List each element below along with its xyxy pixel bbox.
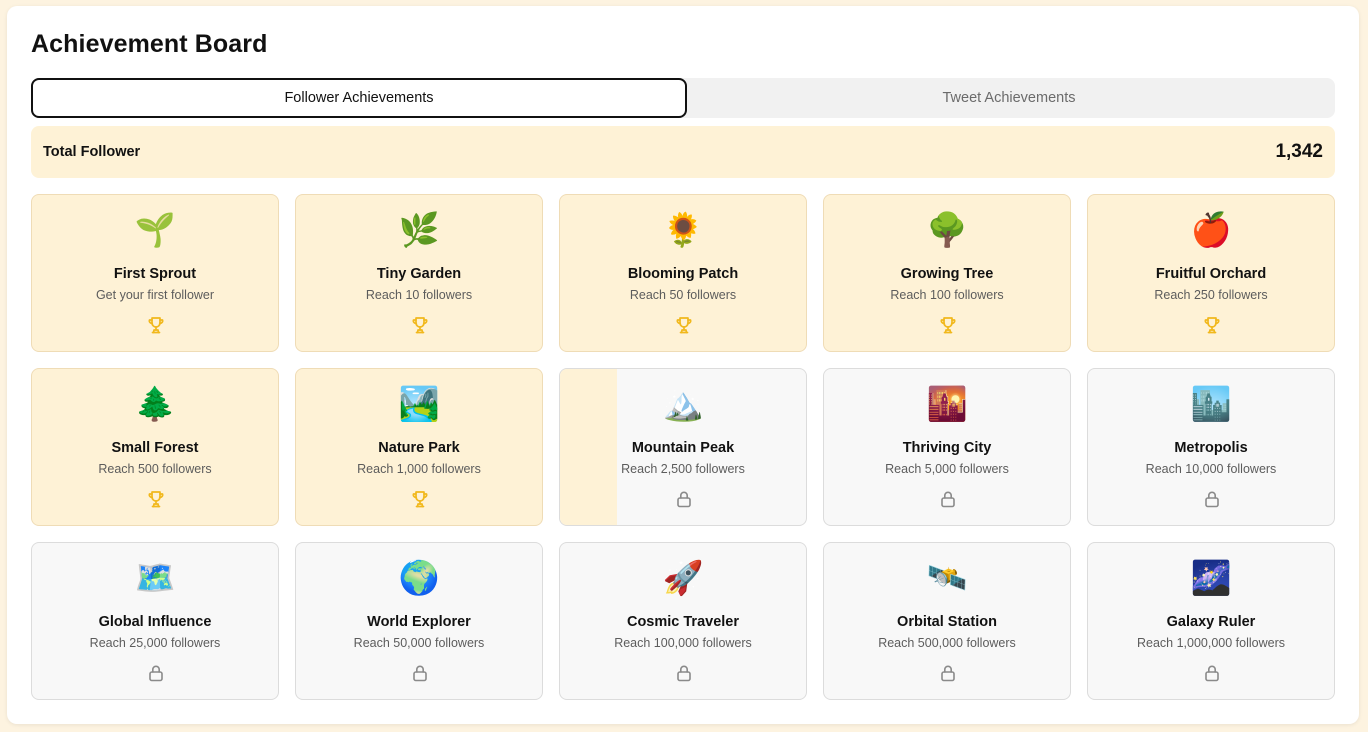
evergreen-tree-icon: 🌲 [134, 385, 176, 422]
national-park-icon: 🏞️ [398, 385, 440, 422]
achievement-card[interactable]: 🌇 Thriving City Reach 5,000 followers [823, 368, 1071, 526]
achievement-description: Reach 250 followers [1154, 288, 1268, 302]
achievement-name: Metropolis [1174, 440, 1248, 456]
trophy-icon [938, 315, 958, 335]
achievement-name: Fruitful Orchard [1155, 266, 1267, 282]
tab-follower-achievements[interactable]: Follower Achievements [31, 78, 687, 118]
cityscape-icon: 🏙️ [1190, 385, 1232, 422]
achievement-description: Reach 500 followers [98, 462, 212, 476]
trophy-icon [146, 489, 166, 509]
achievement-description: Reach 100,000 followers [614, 636, 752, 650]
achievement-card[interactable]: 🏞️ Nature Park Reach 1,000 followers [295, 368, 543, 526]
sunflower-icon: 🌻 [662, 211, 704, 248]
achievement-name: World Explorer [367, 614, 471, 630]
city-sunset-icon: 🌇 [926, 385, 968, 422]
lock-icon [938, 663, 958, 683]
seedling-icon: 🌱 [134, 211, 176, 248]
achievement-card[interactable]: 🌱 First Sprout Get your first follower [31, 194, 279, 352]
achievement-description: Reach 10,000 followers [1145, 462, 1277, 476]
satellite-icon: 🛰️ [926, 559, 968, 596]
world-map-icon: 🗺️ [134, 559, 176, 596]
globe-icon: 🌍 [398, 559, 440, 596]
page-title: Achievement Board [31, 30, 268, 58]
achievement-board-panel: Achievement Board Follower Achievements … [7, 6, 1359, 724]
achievement-description: Reach 5,000 followers [885, 462, 1009, 476]
apple-icon: 🍎 [1190, 211, 1232, 248]
lock-icon [410, 663, 430, 683]
achievement-name: Galaxy Ruler [1166, 614, 1256, 630]
achievement-description: Reach 1,000,000 followers [1136, 636, 1285, 650]
trophy-icon [146, 315, 166, 335]
achievement-card[interactable]: 🌲 Small Forest Reach 500 followers [31, 368, 279, 526]
achievement-description: Get your first follower [95, 288, 215, 302]
achievement-name: Growing Tree [900, 266, 994, 282]
achievement-name: Blooming Patch [627, 266, 739, 282]
achievement-card[interactable]: 🍎 Fruitful Orchard Reach 250 followers [1087, 194, 1335, 352]
achievement-card[interactable]: 🚀 Cosmic Traveler Reach 100,000 followers [559, 542, 807, 700]
achievement-card[interactable]: 🗺️ Global Influence Reach 25,000 followers [31, 542, 279, 700]
lock-icon [674, 663, 694, 683]
total-follower-bar: Total Follower 1,342 [31, 126, 1335, 178]
achievement-grid: 🌱 First Sprout Get your first follower 🌿 Tin… [31, 194, 1335, 700]
achievement-description: Reach 10 followers [365, 288, 473, 302]
trophy-icon [410, 489, 430, 509]
achievement-name: Cosmic Traveler [626, 614, 740, 630]
trophy-icon [674, 315, 694, 335]
achievement-card[interactable]: 🌿 Tiny Garden Reach 10 followers [295, 194, 543, 352]
achievement-name: Orbital Station [897, 614, 997, 630]
achievement-description: Reach 100 followers [890, 288, 1004, 302]
achievement-name: Global Influence [98, 614, 212, 630]
rocket-icon: 🚀 [662, 559, 704, 596]
achievement-description: Reach 50,000 followers [353, 636, 485, 650]
achievement-name: Mountain Peak [631, 440, 735, 456]
tab-tweet-achievements[interactable]: Tweet Achievements [683, 78, 1335, 118]
lock-icon [674, 489, 694, 509]
achievement-name: Nature Park [378, 440, 460, 456]
achievement-card[interactable]: 🏔️ Mountain Peak Reach 2,500 followers [559, 368, 807, 526]
achievement-card[interactable]: 🌻 Blooming Patch Reach 50 followers [559, 194, 807, 352]
lock-icon [146, 663, 166, 683]
achievement-description: Reach 50 followers [629, 288, 737, 302]
tree-icon: 🌳 [926, 211, 968, 248]
achievement-card[interactable]: 🛰️ Orbital Station Reach 500,000 followers [823, 542, 1071, 700]
lock-icon [1202, 663, 1222, 683]
achievement-description: Reach 500,000 followers [878, 636, 1016, 650]
achievement-description: Reach 2,500 followers [621, 462, 745, 476]
mountain-icon: 🏔️ [662, 385, 704, 422]
achievement-card[interactable]: 🏙️ Metropolis Reach 10,000 followers [1087, 368, 1335, 526]
achievement-name: First Sprout [113, 266, 197, 282]
achievement-card[interactable]: 🌍 World Explorer Reach 50,000 followers [295, 542, 543, 700]
achievement-description: Reach 1,000 followers [357, 462, 481, 476]
tab-bar: Follower Achievements Tweet Achievements [31, 78, 1335, 118]
total-follower-count: 1,342 [1275, 141, 1323, 162]
achievement-name: Thriving City [902, 440, 992, 456]
achievement-card[interactable]: 🌌 Galaxy Ruler Reach 1,000,000 followers [1087, 542, 1335, 700]
achievement-description: Reach 25,000 followers [89, 636, 221, 650]
lock-icon [938, 489, 958, 509]
total-follower-label: Total Follower [43, 144, 141, 160]
achievement-card[interactable]: 🌳 Growing Tree Reach 100 followers [823, 194, 1071, 352]
trophy-icon [410, 315, 430, 335]
achievement-name: Tiny Garden [376, 266, 462, 282]
herb-icon: 🌿 [398, 211, 440, 248]
lock-icon [1202, 489, 1222, 509]
milky-way-icon: 🌌 [1190, 559, 1232, 596]
achievement-name: Small Forest [111, 440, 199, 456]
trophy-icon [1202, 315, 1222, 335]
